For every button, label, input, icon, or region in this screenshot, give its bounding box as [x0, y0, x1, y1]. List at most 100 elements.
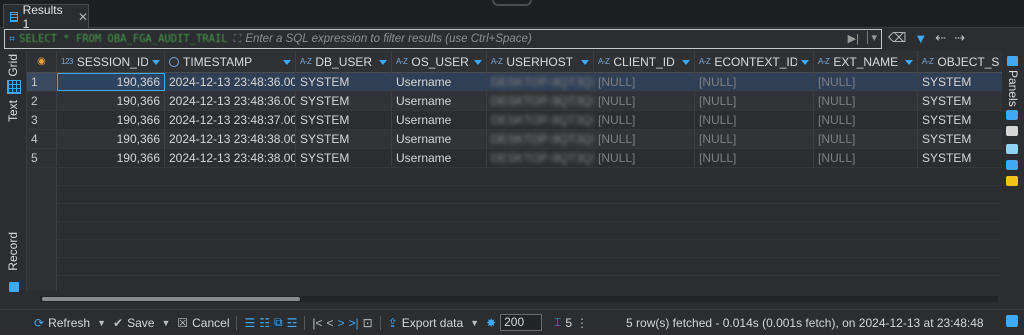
- cell-ext-name[interactable]: [NULL]: [814, 73, 918, 91]
- cell-client-id[interactable]: [NULL]: [594, 130, 695, 148]
- refresh-button[interactable]: ⟳ Refresh: [34, 316, 90, 330]
- cell-db-user[interactable]: SYSTEM: [296, 73, 392, 91]
- column-header-econtext-id[interactable]: A-Z ECONTEXT_ID: [695, 51, 814, 73]
- sort-filter-icon[interactable]: [682, 59, 690, 65]
- cell-userhost[interactable]: DESKTOP-9QT3QLH: [487, 111, 594, 129]
- more-icon[interactable]: ⋮: [576, 316, 588, 330]
- cell-econtext-id[interactable]: [NULL]: [695, 111, 814, 129]
- eraser-icon[interactable]: ⌫: [888, 30, 906, 46]
- save-button[interactable]: ✔ Save: [113, 316, 154, 330]
- refresh-dropdown-icon[interactable]: ▼: [97, 318, 106, 328]
- filter-funnel-icon[interactable]: ▼: [914, 31, 927, 46]
- table-row[interactable]: 2 190,366 2024-12-13 23:48:36.000 SYSTEM…: [27, 92, 1002, 111]
- table-row[interactable]: 1 190,366 2024-12-13 23:48:36.000 SYSTEM…: [27, 73, 1002, 92]
- export-data-button[interactable]: ⇪ Export data: [388, 316, 463, 330]
- calculator-icon[interactable]: [1006, 126, 1018, 136]
- column-header-session-id[interactable]: 123 SESSION_ID: [57, 51, 165, 73]
- sort-filter-icon[interactable]: [801, 59, 809, 65]
- cell-session-id[interactable]: 190,366: [57, 73, 165, 91]
- row-number[interactable]: 2: [27, 92, 57, 110]
- cell-econtext-id[interactable]: [NULL]: [695, 73, 814, 91]
- horizontal-scrollbar[interactable]: [40, 296, 998, 302]
- close-icon[interactable]: ✕: [78, 10, 88, 24]
- cell-session-id[interactable]: 190,366: [57, 111, 165, 129]
- cell-object-schema[interactable]: SYSTEM: [918, 73, 1002, 91]
- cell-userhost[interactable]: DESKTOP-9QT3QLH: [487, 92, 594, 110]
- references-icon[interactable]: [1006, 144, 1018, 154]
- sort-filter-icon[interactable]: [581, 59, 589, 65]
- cell-db-user[interactable]: SYSTEM: [296, 130, 392, 148]
- maximize-panel-icon[interactable]: [1006, 315, 1018, 327]
- cell-session-id[interactable]: 190,366: [57, 149, 165, 167]
- properties-icon[interactable]: [1006, 110, 1018, 120]
- cell-object-schema[interactable]: SYSTEM: [918, 130, 1002, 148]
- cell-timestamp[interactable]: 2024-12-13 23:48:36.000: [165, 92, 296, 110]
- panels-icon[interactable]: [1007, 56, 1018, 66]
- cell-userhost[interactable]: DESKTOP-9QT3QLH: [487, 149, 594, 167]
- filter-input[interactable]: ⌗ SELECT * FROM OBA_FGA_AUDIT_TRAIL ⛶ En…: [4, 29, 882, 49]
- sort-filter-icon[interactable]: [905, 59, 913, 65]
- fetch-size-input[interactable]: 200: [500, 314, 543, 331]
- cell-client-id[interactable]: [NULL]: [594, 149, 695, 167]
- record-icon[interactable]: [9, 282, 19, 292]
- column-header-userhost[interactable]: A-Z USERHOST: [487, 51, 594, 73]
- table-row[interactable]: 5 190,366 2024-12-13 23:48:38.000 SYSTEM…: [27, 149, 1002, 168]
- column-header-client-id[interactable]: A-Z CLIENT_ID: [594, 51, 695, 73]
- expand-icon[interactable]: ⛶: [234, 33, 242, 46]
- cell-session-id[interactable]: 190,366: [57, 92, 165, 110]
- row-number[interactable]: 5: [27, 149, 57, 167]
- cell-os-user[interactable]: Username: [392, 73, 487, 91]
- cell-timestamp[interactable]: 2024-12-13 23:48:37.000: [165, 111, 296, 129]
- cell-db-user[interactable]: SYSTEM: [296, 111, 392, 129]
- cell-timestamp[interactable]: 2024-12-13 23:48:38.000: [165, 149, 296, 167]
- cell-session-id[interactable]: 190,366: [57, 130, 165, 148]
- cell-object-schema[interactable]: SYSTEM: [918, 92, 1002, 110]
- cell-econtext-id[interactable]: [NULL]: [695, 130, 814, 148]
- cell-econtext-id[interactable]: [NULL]: [695, 149, 814, 167]
- cell-econtext-id[interactable]: [NULL]: [695, 92, 814, 110]
- column-header-db-user[interactable]: A-Z DB_USER: [296, 51, 392, 73]
- sort-filter-icon[interactable]: [379, 59, 387, 65]
- cell-ext-name[interactable]: [NULL]: [814, 149, 918, 167]
- cell-os-user[interactable]: Username: [392, 149, 487, 167]
- grid-view-icon[interactable]: [7, 80, 21, 94]
- previous-page-icon[interactable]: <: [326, 316, 333, 330]
- row-count-icon[interactable]: ⌶: [554, 315, 561, 330]
- sort-filter-icon[interactable]: [152, 59, 160, 65]
- tab-results-1[interactable]: Results 1 ✕: [3, 3, 89, 31]
- add-row-icon[interactable]: ☷: [259, 316, 270, 330]
- tab-grid[interactable]: Grid: [6, 54, 20, 77]
- column-header-object-schema[interactable]: A-ZOBJECT_SCH: [918, 51, 1002, 73]
- back-arrow-icon[interactable]: ⇠: [935, 30, 946, 46]
- cell-object-schema[interactable]: SYSTEM: [918, 149, 1002, 167]
- next-page-icon[interactable]: >: [338, 316, 345, 330]
- cell-os-user[interactable]: Username: [392, 111, 487, 129]
- cell-ext-name[interactable]: [NULL]: [814, 92, 918, 110]
- last-page-icon[interactable]: >|: [349, 316, 359, 330]
- row-number[interactable]: 3: [27, 111, 57, 129]
- row-selector-header[interactable]: ◉: [27, 51, 57, 73]
- column-header-ext-name[interactable]: A-Z EXT_NAME: [814, 51, 918, 73]
- table-row[interactable]: 4 190,366 2024-12-13 23:48:38.000 SYSTEM…: [27, 130, 1002, 149]
- cell-ext-name[interactable]: [NULL]: [814, 111, 918, 129]
- fetch-all-icon[interactable]: ⊡: [363, 316, 373, 330]
- cell-userhost[interactable]: DESKTOP-9QT3QLH: [487, 130, 594, 148]
- delete-row-icon[interactable]: ☲: [287, 316, 298, 330]
- results-grid[interactable]: ◉ 123 SESSION_ID TIMESTAMP A-Z DB_USER A-Z…: [26, 51, 1002, 291]
- export-dropdown-icon[interactable]: ▼: [470, 318, 479, 328]
- value-viewer-icon[interactable]: [1006, 160, 1018, 170]
- copy-row-icon[interactable]: ⧉: [274, 315, 283, 330]
- sort-filter-icon[interactable]: [283, 59, 291, 65]
- sort-filter-icon[interactable]: [474, 59, 482, 65]
- cell-os-user[interactable]: Username: [392, 130, 487, 148]
- cell-ext-name[interactable]: [NULL]: [814, 130, 918, 148]
- forward-arrow-icon[interactable]: ⇢: [954, 30, 965, 46]
- cell-timestamp[interactable]: 2024-12-13 23:48:36.000: [165, 73, 296, 91]
- cell-client-id[interactable]: [NULL]: [594, 92, 695, 110]
- tab-record[interactable]: Record: [6, 232, 20, 271]
- first-page-icon[interactable]: |<: [312, 316, 322, 330]
- row-number[interactable]: 1: [27, 73, 57, 91]
- cell-userhost[interactable]: DESKTOP-9QT3QLH: [487, 73, 594, 91]
- save-dropdown-icon[interactable]: ▼: [161, 318, 170, 328]
- tab-text[interactable]: Text: [6, 100, 20, 122]
